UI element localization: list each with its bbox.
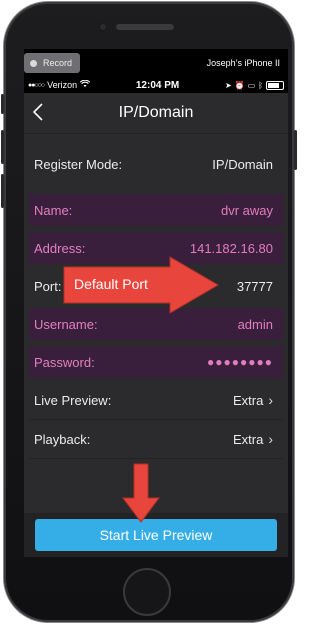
register-mode-label: Register Mode: [34, 156, 123, 172]
wifi-icon [79, 79, 91, 90]
chevron-right-icon: › [268, 431, 273, 447]
port-label: Port: [34, 278, 62, 294]
live-preview-value: Extra [232, 392, 264, 408]
record-label: Record [43, 58, 73, 68]
address-value: 141.182.16.80 [189, 240, 273, 256]
live-preview-label: Live Preview: [34, 392, 112, 408]
live-preview-value-group: Extra › [233, 392, 273, 408]
down-arrow-icon [122, 463, 160, 523]
earpiece-speaker [116, 24, 174, 30]
divider [29, 458, 283, 459]
divider [29, 419, 283, 420]
chevron-right-icon: › [268, 392, 273, 408]
volume-up-button [1, 130, 4, 164]
alarm-icon: ⏰ [234, 80, 245, 90]
bluetooth-icon: ᛒ [258, 80, 263, 90]
navigation-bar: IP/Domain [24, 93, 288, 134]
page-title: IP/Domain [118, 104, 194, 121]
chevron-left-icon [32, 103, 43, 121]
power-button [294, 130, 297, 170]
username-label: Username: [34, 316, 98, 332]
carrier-name: Verizon [47, 80, 78, 90]
record-dot-icon [30, 59, 37, 67]
back-button[interactable] [28, 101, 48, 123]
username-value: admin [237, 316, 273, 332]
mute-switch [1, 94, 4, 114]
screen-mirror-icon: ▭ [247, 80, 256, 90]
front-camera [98, 22, 108, 32]
device-name: Joseph’s iPhone II [206, 58, 280, 68]
default-port-arrow-icon [63, 256, 219, 314]
playback-label: Playback: [34, 431, 91, 447]
signal-strength-icon: ●●○○○ [28, 81, 45, 89]
playback-value: Extra [232, 431, 264, 447]
volume-down-button [1, 174, 4, 208]
status-time: 12:04 PM [135, 79, 180, 91]
playback-value-group: Extra › [233, 431, 273, 447]
screen-recording-bar: Record Joseph’s iPhone II [24, 49, 288, 77]
password-label: Password: [34, 354, 95, 370]
live-preview-row[interactable]: Live Preview: Extra › [29, 382, 283, 418]
carrier-group: ●●○○○ Verizon [28, 79, 91, 90]
status-icons: ➤ ⏰ ▭ ᛒ [224, 80, 284, 90]
password-field[interactable]: Password: ●●●●●●●● [29, 346, 283, 378]
register-mode-value: IP/Domain [212, 156, 273, 172]
name-field[interactable]: Name: dvr away [29, 194, 283, 226]
address-label: Address: [34, 240, 86, 256]
port-value: 37777 [236, 278, 273, 294]
register-mode-row[interactable]: Register Mode: IP/Domain [29, 144, 283, 184]
status-bar: ●●○○○ Verizon 12:04 PM ➤ ⏰ ▭ ᛒ [24, 77, 288, 93]
name-label: Name: [34, 202, 73, 218]
home-button[interactable] [123, 568, 171, 616]
battery-icon [265, 80, 284, 90]
playback-row[interactable]: Playback: Extra › [29, 421, 283, 457]
name-value: dvr away [220, 202, 273, 218]
password-value: ●●●●●●●● [207, 355, 273, 369]
location-icon: ➤ [224, 80, 232, 90]
record-pill[interactable]: Record [24, 53, 81, 73]
